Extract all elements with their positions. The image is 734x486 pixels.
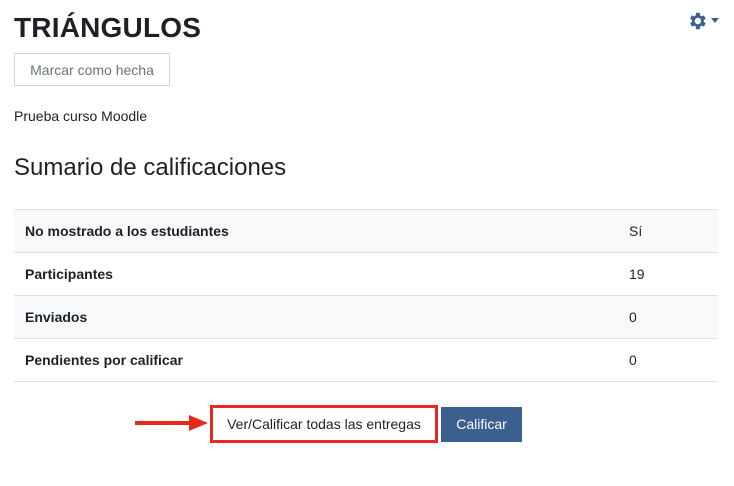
grade-button[interactable]: Calificar xyxy=(441,406,522,442)
row-label: Enviados xyxy=(14,295,618,339)
row-value: 0 xyxy=(618,338,718,382)
row-value: 0 xyxy=(618,295,718,339)
grading-summary-heading: Sumario de calificaciones xyxy=(14,154,287,181)
row-label: Pendientes por calificar xyxy=(14,338,618,382)
arrow-right-icon xyxy=(135,415,208,431)
gear-icon xyxy=(686,10,708,32)
table-row: Participantes 19 xyxy=(14,252,718,296)
table-row: Enviados 0 xyxy=(14,295,718,339)
grading-summary-table: No mostrado a los estudiantes Sí Partici… xyxy=(14,209,718,382)
row-label: No mostrado a los estudiantes xyxy=(14,209,618,253)
mark-as-done-button[interactable]: Marcar como hecha xyxy=(14,53,170,86)
table-row: No mostrado a los estudiantes Sí xyxy=(14,209,718,253)
course-name: Prueba curso Moodle xyxy=(14,108,148,124)
settings-menu-toggle[interactable] xyxy=(686,10,719,32)
caret-down-icon xyxy=(711,18,719,24)
table-row: Pendientes por calificar 0 xyxy=(14,338,718,382)
row-value: 19 xyxy=(618,252,718,296)
view-all-submissions-button[interactable]: Ver/Calificar todas las entregas xyxy=(210,405,438,443)
row-label: Participantes xyxy=(14,252,618,296)
page-title: TRIÁNGULOS xyxy=(14,12,202,43)
submission-actions: Ver/Calificar todas las entregas Calific… xyxy=(210,405,522,443)
row-value: Sí xyxy=(618,209,718,253)
